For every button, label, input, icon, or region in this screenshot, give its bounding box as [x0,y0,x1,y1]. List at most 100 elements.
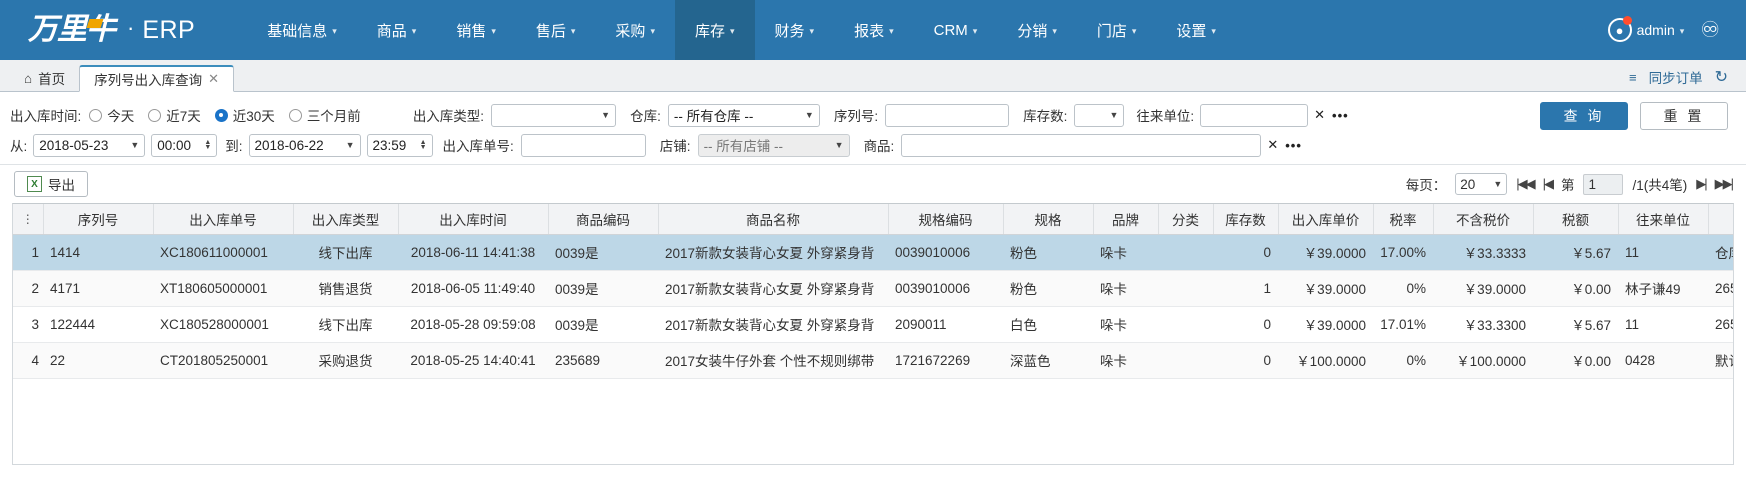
nav-item-label: CRM [933,21,968,39]
reset-button[interactable]: 重 置 [1640,102,1728,130]
radio-last7days[interactable]: 近7天 [148,105,201,125]
more-options-icon[interactable]: ••• [1332,108,1349,123]
col-counterparty[interactable]: 往来单位 [1618,204,1709,235]
headset-icon[interactable]: ♾ [1700,19,1720,41]
col-order-no[interactable]: 出入库单号 [153,204,294,235]
table-row[interactable]: 4 22 CT201805250001 采购退货 2018-05-25 14:4… [13,342,1733,379]
refresh-icon[interactable]: ↻ [1715,67,1728,87]
more-options-icon[interactable]: ••• [1285,138,1302,153]
radio-last30days[interactable]: 近30天 [214,105,275,125]
cell-spec-code: 0039010006 [888,234,1003,271]
nav-item-shangpin[interactable]: 商品 ▾ [357,0,437,60]
col-spec[interactable]: 规格 [1003,204,1094,235]
nav-item-shezhi[interactable]: 设置 ▾ [1156,0,1236,60]
io-orderno-input[interactable] [520,133,646,157]
cell-brand: 哚卡 [1093,342,1158,379]
col-category[interactable]: 分类 [1158,204,1214,235]
home-icon: ⌂ [24,70,33,86]
tab-serial-io-query[interactable]: 序列号出入库查询 ✕ [79,65,235,92]
clear-icon[interactable]: ✕ [1314,107,1325,123]
next-page-icon[interactable]: ▶| [1696,176,1707,192]
cell-counterparty: 0428 [1618,342,1708,379]
clear-icon[interactable]: ✕ [1267,137,1278,153]
table-header-row: ⋮ 序列号 出入库单号 出入库类型 出入库时间 商品编码 商品名称 规格编码 规… [13,204,1733,235]
from-date-picker[interactable]: 2018-05-23 ▼ [33,133,146,157]
nav-item-mendian[interactable]: 门店 ▾ [1077,0,1157,60]
cell-serial: 122444 [43,306,153,343]
column-settings-icon[interactable]: ⋮ [13,204,44,235]
table-row[interactable]: 2 4171 XT180605000001 销售退货 2018-06-05 11… [13,270,1733,307]
nav-item-fenxiao[interactable]: 分销 ▾ [997,0,1077,60]
nav-item-caigou[interactable]: 采购 ▾ [595,0,675,60]
nav-item-baobiao[interactable]: 报表 ▾ [834,0,914,60]
export-label: 导出 [48,178,75,193]
col-product-name[interactable]: 商品名称 [658,204,889,235]
sync-order-label[interactable]: 同步订单 [1649,67,1703,87]
nav-item-xiaoshou[interactable]: 销售 ▾ [436,0,516,60]
col-spec-code[interactable]: 规格编码 [888,204,1004,235]
io-type-select[interactable]: ▼ [491,103,617,127]
first-page-icon[interactable]: |◀◀ [1516,176,1535,192]
shop-select[interactable]: -- 所有店铺 -- ▼ [697,133,850,157]
col-stock-qty[interactable]: 库存数 [1213,204,1279,235]
cell-stock-qty: 0 [1213,342,1278,379]
last-page-icon[interactable]: ▶▶| [1715,176,1734,192]
brand-logo[interactable]: 万里牛 · ERP [0,0,213,60]
row-index: 4 [13,342,43,379]
tab-home[interactable]: ⌂ 首页 [10,65,79,91]
table-row[interactable]: 3 122444 XC180528000001 线下出库 2018-05-28 … [13,306,1733,343]
time-range-radio-group: 今天 近7天 近30天 三个月前 [89,105,361,125]
export-button[interactable]: X 导出 [14,171,88,197]
serial-input[interactable] [885,103,1010,127]
cell-io-time: 2018-06-05 11:49:40 [398,270,548,307]
brand-separator-dot: · [127,15,135,40]
col-price-ex-tax[interactable]: 不含税价 [1433,204,1534,235]
col-io-type[interactable]: 出入库类型 [293,204,399,235]
col-warehouse[interactable]: 仓库 [1708,204,1733,235]
close-icon[interactable]: ✕ [208,71,219,87]
nav-item-crm[interactable]: CRM ▾ [914,0,998,60]
radio-three-months-ago[interactable]: 三个月前 [288,105,361,125]
nav-item-label: 门店 [1096,22,1127,40]
cell-tax-amount: ￥0.00 [1533,270,1618,307]
col-unit-price[interactable]: 出入库单价 [1278,204,1374,235]
page-size-select[interactable]: 20 ▼ [1455,173,1508,195]
table-row[interactable]: 1 1414 XC180611000001 线下出库 2018-06-11 14… [13,234,1733,271]
cell-io-type: 线下出库 [293,234,398,271]
col-product-code[interactable]: 商品编码 [548,204,659,235]
stepper-icon[interactable]: ▲ ▼ [204,139,211,151]
chevron-down-icon: ▾ [1211,25,1216,36]
warehouse-select[interactable]: -- 所有仓库 -- ▼ [667,103,820,127]
row-index: 3 [13,306,43,343]
chevron-down-icon: ▾ [570,25,576,36]
cell-product-code: 0039是 [548,306,658,343]
nav-item-shouhou[interactable]: 售后 ▾ [516,0,596,60]
cell-stock-qty: 1 [1213,270,1278,307]
warehouse-value: -- 所有仓库 -- [673,109,754,124]
stock-qty-select[interactable]: ▼ [1074,103,1125,127]
prev-page-icon[interactable]: |◀ [1543,176,1554,192]
to-time-input[interactable]: 23:59 ▲ ▼ [366,133,433,157]
nav-item-jichuxinxi[interactable]: 基础信息 ▾ [247,0,357,60]
cell-spec: 粉色 [1003,234,1093,271]
col-brand[interactable]: 品牌 [1093,204,1159,235]
cell-product-code: 0039是 [548,270,658,307]
col-serial[interactable]: 序列号 [43,204,154,235]
counterparty-input[interactable] [1200,103,1309,127]
to-date-picker[interactable]: 2018-06-22 ▼ [248,133,361,157]
col-io-time[interactable]: 出入库时间 [398,204,549,235]
user-menu[interactable]: ● admin ▾ [1607,16,1684,42]
nav-item-kucun[interactable]: 库存 ▾ [674,0,755,60]
query-button[interactable]: 查 询 [1540,102,1628,130]
from-time-input[interactable]: 00:00 ▲ ▼ [151,133,218,157]
col-tax-rate[interactable]: 税率 [1373,204,1434,235]
cell-category [1158,234,1213,271]
product-input[interactable] [901,133,1262,157]
radio-today[interactable]: 今天 [89,105,134,125]
radio-button [288,108,302,122]
nav-item-caiwu[interactable]: 财务 ▾ [755,0,835,60]
col-tax-amount[interactable]: 税额 [1533,204,1619,235]
nav-item-label: 分销 [1017,22,1048,40]
stepper-icon[interactable]: ▲ ▼ [420,139,427,151]
page-number-input[interactable]: 1 [1583,173,1624,195]
